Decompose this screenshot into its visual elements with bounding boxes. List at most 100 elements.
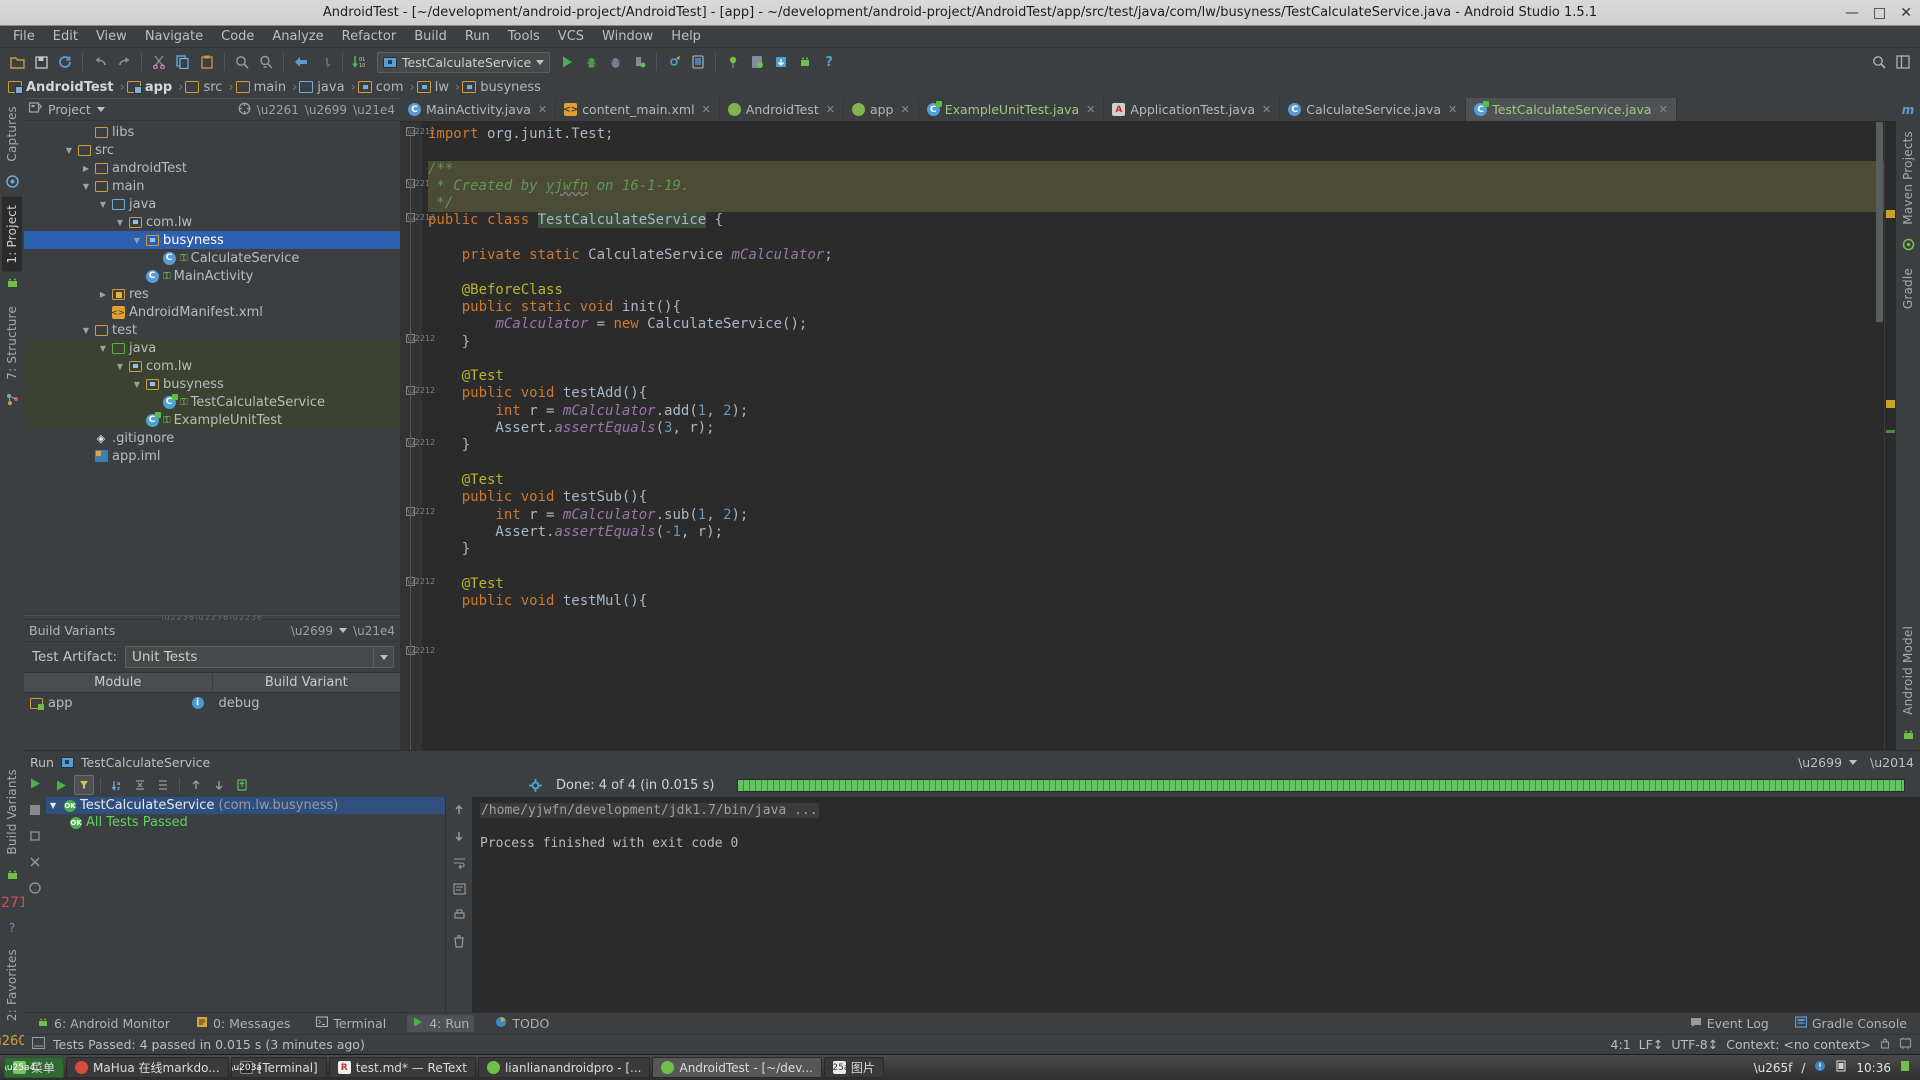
minimize-button[interactable]: —	[1845, 6, 1859, 20]
lock-icon[interactable]	[1879, 1037, 1891, 1052]
breadcrumb-item-main[interactable]: main	[234, 80, 292, 95]
taskbar-item-lianlianandroidpro[interactable]: lianlianandroidpro - [...	[477, 1057, 651, 1078]
close-icon[interactable]: ✕	[1086, 103, 1095, 116]
project-tree[interactable]: libs ▼ src ▶ androidTest ▼ main ▼ java ▼ com.lw ▼ bu…	[24, 121, 400, 615]
chevron-down-icon[interactable]: ▼	[96, 200, 110, 209]
attach-debugger-icon[interactable]	[628, 51, 650, 73]
chevron-down-icon[interactable]: ▼	[113, 362, 127, 371]
sdk-manager-icon[interactable]	[663, 51, 685, 73]
android-icon[interactable]	[794, 51, 816, 73]
chevron-down-icon[interactable]	[339, 628, 348, 633]
taskbar-item-pictures[interactable]: \u25a0 图片	[823, 1057, 884, 1078]
breadcrumb-item-lw[interactable]: lw	[415, 80, 455, 95]
menu-refactor[interactable]: Refactor	[333, 27, 406, 46]
tree-item[interactable]: ▼ main	[24, 177, 400, 195]
sdk-update-icon[interactable]	[770, 51, 792, 73]
prev-failed-icon[interactable]	[186, 775, 206, 795]
taskbar-item-retext[interactable]: R test.md* — ReText	[328, 1057, 476, 1078]
menu-edit[interactable]: Edit	[44, 27, 87, 46]
delete-icon[interactable]	[453, 935, 465, 952]
pin-icon[interactable]	[29, 830, 41, 846]
tree-item[interactable]: ▼ src	[24, 141, 400, 159]
tree-item[interactable]: ▶ androidTest	[24, 159, 400, 177]
tree-item[interactable]: ▼ com.lw	[24, 213, 400, 231]
chevron-down-icon[interactable]: ▼	[113, 218, 127, 227]
open-folder-icon[interactable]	[6, 51, 28, 73]
breadcrumb-item-busyness[interactable]: busyness	[460, 80, 547, 95]
menu-vcs[interactable]: VCS	[549, 27, 593, 46]
settings-gear-icon[interactable]: \u2699	[291, 624, 333, 638]
tree-item[interactable]: C ⚿ CalculateService	[24, 249, 400, 267]
editor-tab[interactable]: C TestCalculateService.java ✕	[1466, 98, 1677, 121]
avd-device-icon[interactable]	[746, 51, 768, 73]
tool-button-run[interactable]: 4: Run	[407, 1015, 475, 1032]
memory-indicator-icon[interactable]	[1899, 1037, 1912, 1052]
sidebar-item-structure[interactable]: 7: Structure	[2, 298, 22, 388]
rerun-icon[interactable]	[29, 777, 42, 794]
maximize-button[interactable]: □	[1873, 6, 1886, 20]
menu-help[interactable]: Help	[662, 27, 710, 46]
breadcrumb-item-src[interactable]: src	[183, 80, 228, 95]
run-coverage-icon[interactable]	[604, 51, 626, 73]
tree-item[interactable]: ◈ .gitignore	[24, 429, 400, 447]
find-icon[interactable]	[231, 51, 253, 73]
tree-item[interactable]: ▼ java	[24, 195, 400, 213]
test-tree-row-root[interactable]: ▼ OK TestCalculateService (com.lw.busyne…	[46, 797, 445, 814]
sidebar-item-favorites[interactable]: 2: Favorites	[2, 941, 22, 1029]
editor-error-stripe[interactable]	[1884, 122, 1896, 750]
breadcrumb-item-androidtest[interactable]: AndroidTest	[6, 80, 120, 95]
scroll-up-icon[interactable]	[453, 803, 465, 820]
chevron-right-icon[interactable]: ▶	[79, 164, 93, 173]
hide-panel-icon[interactable]: \u21e4	[353, 103, 395, 117]
menu-run[interactable]: Run	[456, 27, 499, 46]
run-configuration-selector[interactable]: TestCalculateService	[377, 51, 551, 73]
stripe-warning-marker[interactable]	[1886, 400, 1895, 408]
file-encoding[interactable]: UTF-8↕	[1671, 1037, 1718, 1052]
close-button[interactable]: ✕	[1900, 6, 1912, 20]
code-editor[interactable]: import org.junit.Test; /** * Created by …	[422, 122, 1884, 750]
more-icon[interactable]: \u2261	[257, 103, 299, 117]
tree-item[interactable]: ▼ busyness	[24, 231, 400, 249]
tree-item[interactable]: ▼ busyness	[24, 375, 400, 393]
menu-window[interactable]: Window	[593, 27, 662, 46]
editor-tab[interactable]: A ApplicationTest.java ✕	[1104, 98, 1281, 121]
start-menu-button[interactable]: \u25a4 菜单	[4, 1057, 65, 1078]
context-indicator[interactable]: Context: <no context>	[1726, 1037, 1871, 1052]
scroll-down-icon[interactable]	[453, 830, 465, 847]
chevron-down-icon[interactable]: ▼	[130, 380, 144, 389]
caret-position[interactable]: 4:1	[1611, 1037, 1631, 1052]
taskbar-item-androidtest[interactable]: AndroidTest - [~/dev...	[652, 1057, 822, 1078]
test-artifact-select[interactable]: Unit Tests	[125, 646, 394, 668]
tool-button-todo[interactable]: TODO	[490, 1015, 554, 1032]
close-icon[interactable]: ✕	[1448, 103, 1457, 116]
test-tree-row-child[interactable]: OK All Tests Passed	[46, 814, 445, 831]
sync-icon[interactable]	[54, 51, 76, 73]
undo-icon[interactable]	[89, 51, 111, 73]
menu-navigate[interactable]: Navigate	[136, 27, 212, 46]
expand-arrow-icon[interactable]: ▼	[50, 801, 60, 810]
tool-button-messages[interactable]: 0: Messages	[191, 1015, 295, 1032]
collapse-settings-icon[interactable]	[238, 102, 251, 118]
toggle-auto-test-icon[interactable]	[74, 775, 94, 795]
tree-item[interactable]: C ⚿ MainActivity	[24, 267, 400, 285]
close-icon[interactable]	[29, 856, 41, 872]
tool-button-gradle-console[interactable]: Gradle Console	[1790, 1015, 1912, 1032]
chevron-down-icon[interactable]: ▼	[79, 326, 93, 335]
menu-file[interactable]: File	[4, 27, 44, 46]
editor-tab[interactable]: app ✕	[844, 98, 919, 121]
run-button[interactable]	[556, 51, 578, 73]
taskbar-item-chrome[interactable]: MaHua 在线markdo...	[66, 1057, 229, 1078]
tree-item[interactable]: libs	[24, 123, 400, 141]
tool-button-android-monitor[interactable]: 6: Android Monitor	[32, 1015, 175, 1032]
help-icon[interactable]: ?	[9, 921, 15, 936]
close-icon[interactable]: ✕	[826, 103, 835, 116]
chevron-down-icon[interactable]: ▼	[79, 182, 93, 191]
print-icon[interactable]	[453, 909, 466, 925]
menu-analyze[interactable]: Analyze	[263, 27, 332, 46]
next-failed-icon[interactable]	[209, 775, 229, 795]
volume-icon[interactable]	[1900, 1060, 1910, 1075]
tree-item[interactable]: C ⚿ TestCalculateService	[24, 393, 400, 411]
help-icon[interactable]: ?	[818, 51, 840, 73]
wrap-text-icon[interactable]	[453, 857, 466, 873]
sidebar-item-project[interactable]: 1: Project	[2, 196, 22, 272]
